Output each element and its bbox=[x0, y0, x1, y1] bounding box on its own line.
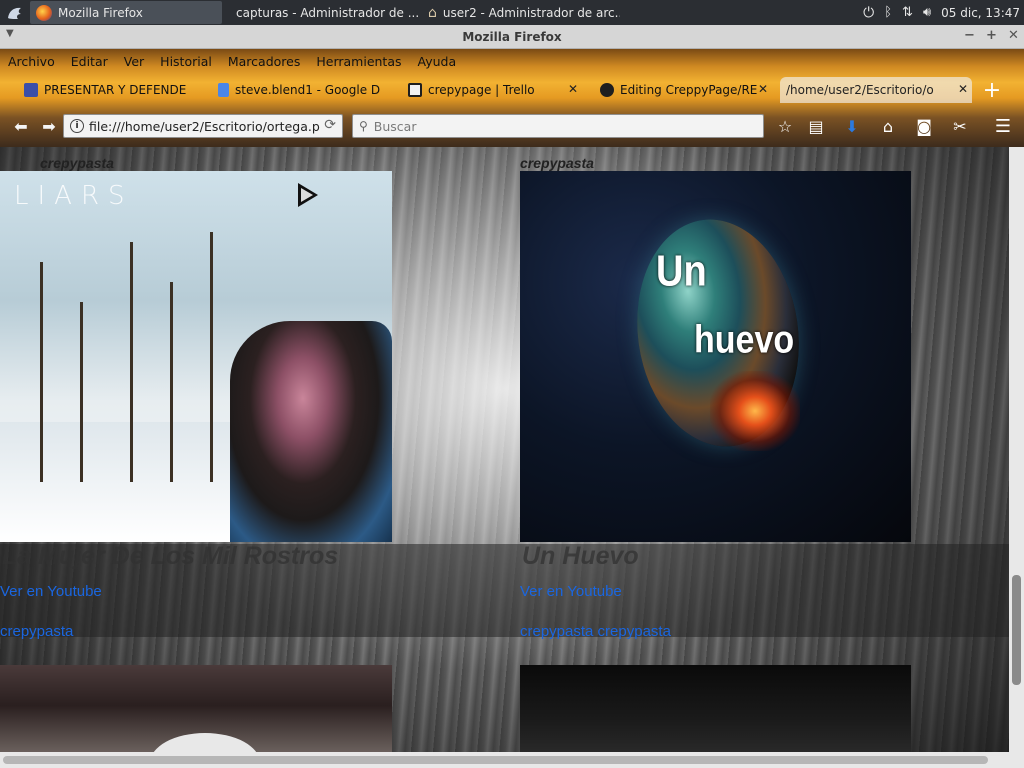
card-title: La Mujer De Los Mil Rostros bbox=[2, 542, 339, 570]
forward-button[interactable]: ➡ bbox=[36, 115, 62, 137]
tag-link[interactable]: crepypasta bbox=[0, 623, 73, 640]
menu-herramientas[interactable]: Herramientas bbox=[308, 54, 409, 69]
clock[interactable]: 05 dic, 13:47 bbox=[941, 6, 1020, 20]
tab-github[interactable]: Editing CreppyPage/RE ✕ bbox=[594, 77, 772, 103]
thumbnail-overlay-line2: huevo bbox=[694, 318, 795, 362]
window-titlebar: ▼ Mozilla Firefox − + ✕ bbox=[0, 25, 1024, 49]
video-thumbnail-huevo[interactable]: Un huevo bbox=[520, 171, 911, 542]
bookmark-star-icon[interactable]: ☆ bbox=[774, 115, 796, 137]
hamburger-menu-icon[interactable]: ☰ bbox=[992, 115, 1014, 137]
tab-label: crepypage | Trello bbox=[428, 83, 535, 97]
home-icon[interactable]: ⌂ bbox=[877, 115, 899, 137]
menu-archivo[interactable]: Archivo bbox=[0, 54, 63, 69]
thumbnail-overlay-line1: Un bbox=[656, 247, 707, 297]
power-plug-icon[interactable]: ⏻ bbox=[863, 5, 874, 21]
pocket-icon[interactable]: ◙ bbox=[913, 115, 935, 137]
taskbar-task-user2[interactable]: ⌂ user2 - Administrador de arc... bbox=[422, 1, 620, 24]
youtube-link[interactable]: Ver en Youtube bbox=[520, 583, 622, 600]
url-bar[interactable]: i file:///home/user2/Escritorio/ortega.p… bbox=[63, 114, 343, 138]
youtube-link[interactable]: Ver en Youtube bbox=[0, 583, 102, 600]
maximize-button[interactable]: + bbox=[986, 28, 997, 43]
fire-glow bbox=[710, 371, 800, 451]
download-icon[interactable]: ⬇ bbox=[841, 115, 863, 137]
tab-steve-blend[interactable]: steve.blend1 - Google D bbox=[212, 77, 390, 103]
profile-icon bbox=[24, 83, 38, 97]
vertical-scrollbar[interactable] bbox=[1009, 147, 1024, 752]
horizontal-scrollbar-thumb[interactable] bbox=[3, 756, 988, 764]
search-placeholder: Buscar bbox=[373, 118, 417, 134]
tab-label: /home/user2/Escritorio/o bbox=[786, 83, 934, 97]
tab-strip: PRESENTAR Y DEFENDE steve.blend1 - Googl… bbox=[0, 75, 1024, 105]
video-thumbnail-next-left[interactable] bbox=[0, 665, 392, 752]
home-icon: ⌂ bbox=[428, 4, 437, 21]
tab-presentar[interactable]: PRESENTAR Y DEFENDE bbox=[18, 77, 196, 103]
close-tab-icon[interactable]: ✕ bbox=[758, 82, 768, 96]
video-thumbnail-liars[interactable]: LIARS bbox=[0, 171, 392, 542]
network-icon[interactable]: ⇅ bbox=[902, 5, 913, 20]
taskbar-task-label: Mozilla Firefox bbox=[58, 5, 143, 20]
taskbar-task-firefox[interactable]: Mozilla Firefox bbox=[30, 1, 222, 24]
github-icon bbox=[600, 83, 614, 97]
taskbar-task-label: user2 - Administrador de arc... bbox=[442, 5, 620, 20]
close-tab-icon[interactable]: ✕ bbox=[958, 82, 968, 96]
card-title: Un Huevo bbox=[522, 542, 639, 570]
card-category: crepypasta bbox=[40, 155, 114, 171]
minimize-button[interactable]: − bbox=[964, 28, 975, 43]
bluetooth-icon[interactable]: ᛒ bbox=[884, 5, 892, 20]
tab-label: Editing CreppyPage/RE bbox=[620, 83, 758, 97]
search-bar[interactable]: ⚲ Buscar bbox=[352, 114, 764, 138]
tab-label: PRESENTAR Y DEFENDE bbox=[44, 83, 187, 97]
tree bbox=[170, 282, 173, 482]
back-button[interactable]: ⬅ bbox=[8, 115, 34, 137]
horizontal-scrollbar[interactable] bbox=[0, 752, 1024, 768]
card-category: crepypasta bbox=[520, 155, 594, 171]
window-menu-icon[interactable]: ▼ bbox=[6, 28, 14, 39]
firefox-icon bbox=[36, 4, 52, 21]
tree bbox=[80, 302, 83, 482]
play-icon[interactable] bbox=[298, 183, 318, 207]
menu-editar[interactable]: Editar bbox=[63, 54, 116, 69]
thumbnail-overlay-text: LIARS bbox=[14, 181, 134, 211]
reload-icon[interactable]: ⟳ bbox=[324, 117, 336, 133]
video-thumbnail-next-right[interactable] bbox=[520, 665, 911, 752]
url-text: file:///home/user2/Escritorio/ortega.p bbox=[89, 118, 320, 134]
taskbar-task-capturas[interactable]: capturas - Administrador de ... bbox=[224, 1, 420, 24]
menu-historial[interactable]: Historial bbox=[152, 54, 220, 69]
doc-icon bbox=[218, 83, 229, 97]
tab-label: steve.blend1 - Google D bbox=[235, 83, 381, 97]
browser-chrome: Archivo Editar Ver Historial Marcadores … bbox=[0, 49, 1024, 147]
tag-link[interactable]: crepypasta crepypasta bbox=[520, 623, 671, 640]
devtools-icon[interactable]: ✂ bbox=[949, 115, 971, 137]
bookmarks-list-icon[interactable]: ▤ bbox=[805, 115, 827, 137]
desktop-taskbar: Mozilla Firefox capturas - Administrador… bbox=[0, 0, 1024, 25]
volume-icon[interactable]: 🔊︎ bbox=[923, 5, 931, 20]
close-tab-icon[interactable]: ✕ bbox=[568, 82, 578, 96]
page-content: crepypasta LIARS La Mujer De Los Mil Ros… bbox=[0, 147, 1009, 752]
tree bbox=[130, 242, 133, 482]
trello-icon bbox=[408, 83, 422, 97]
menu-marcadores[interactable]: Marcadores bbox=[220, 54, 309, 69]
tree bbox=[210, 232, 213, 482]
app-menu-icon[interactable] bbox=[0, 0, 30, 25]
system-tray: ⏻ ᛒ ⇅ 🔊︎ 05 dic, 13:47 bbox=[863, 0, 1024, 25]
window-title: Mozilla Firefox bbox=[462, 29, 562, 44]
info-icon[interactable]: i bbox=[70, 119, 84, 133]
tree bbox=[40, 262, 43, 482]
taskbar-task-label: capturas - Administrador de ... bbox=[236, 5, 420, 20]
navigation-bar: ⬅ ➡ i file:///home/user2/Escritorio/orte… bbox=[0, 107, 1024, 147]
menu-ver[interactable]: Ver bbox=[116, 54, 152, 69]
distorted-face-figure bbox=[230, 321, 392, 542]
new-tab-button[interactable]: + bbox=[980, 77, 1004, 103]
search-icon: ⚲ bbox=[359, 119, 368, 133]
vertical-scrollbar-thumb[interactable] bbox=[1012, 575, 1021, 685]
tab-active-local-file[interactable]: /home/user2/Escritorio/o ✕ bbox=[780, 77, 972, 103]
menu-ayuda[interactable]: Ayuda bbox=[410, 54, 465, 69]
tab-trello[interactable]: crepypage | Trello ✕ bbox=[402, 77, 582, 103]
menu-bar: Archivo Editar Ver Historial Marcadores … bbox=[0, 49, 464, 73]
close-button[interactable]: ✕ bbox=[1008, 28, 1019, 43]
